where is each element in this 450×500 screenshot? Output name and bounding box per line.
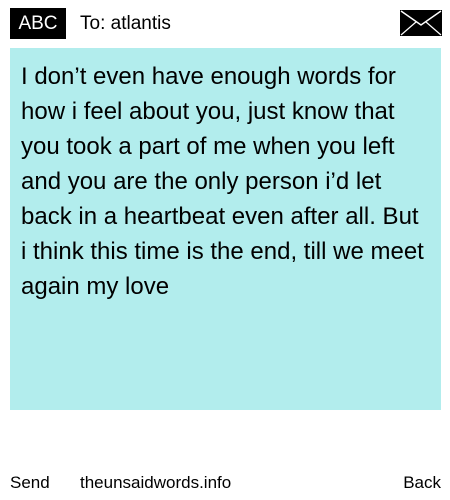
message-box: I don’t even have enough words for how i… <box>10 48 441 410</box>
recipient-label: To: atlantis <box>80 13 171 34</box>
envelope-icon <box>400 10 442 36</box>
header-bar: ABC To: atlantis <box>0 0 450 48</box>
abc-badge: ABC <box>10 8 66 39</box>
footer-bar: Send theunsaidwords.info Back <box>0 468 450 498</box>
message-text: I don’t even have enough words for how i… <box>21 63 424 300</box>
send-link[interactable]: Send <box>10 468 50 498</box>
back-link[interactable]: Back <box>403 468 441 498</box>
site-link[interactable]: theunsaidwords.info <box>80 468 231 498</box>
